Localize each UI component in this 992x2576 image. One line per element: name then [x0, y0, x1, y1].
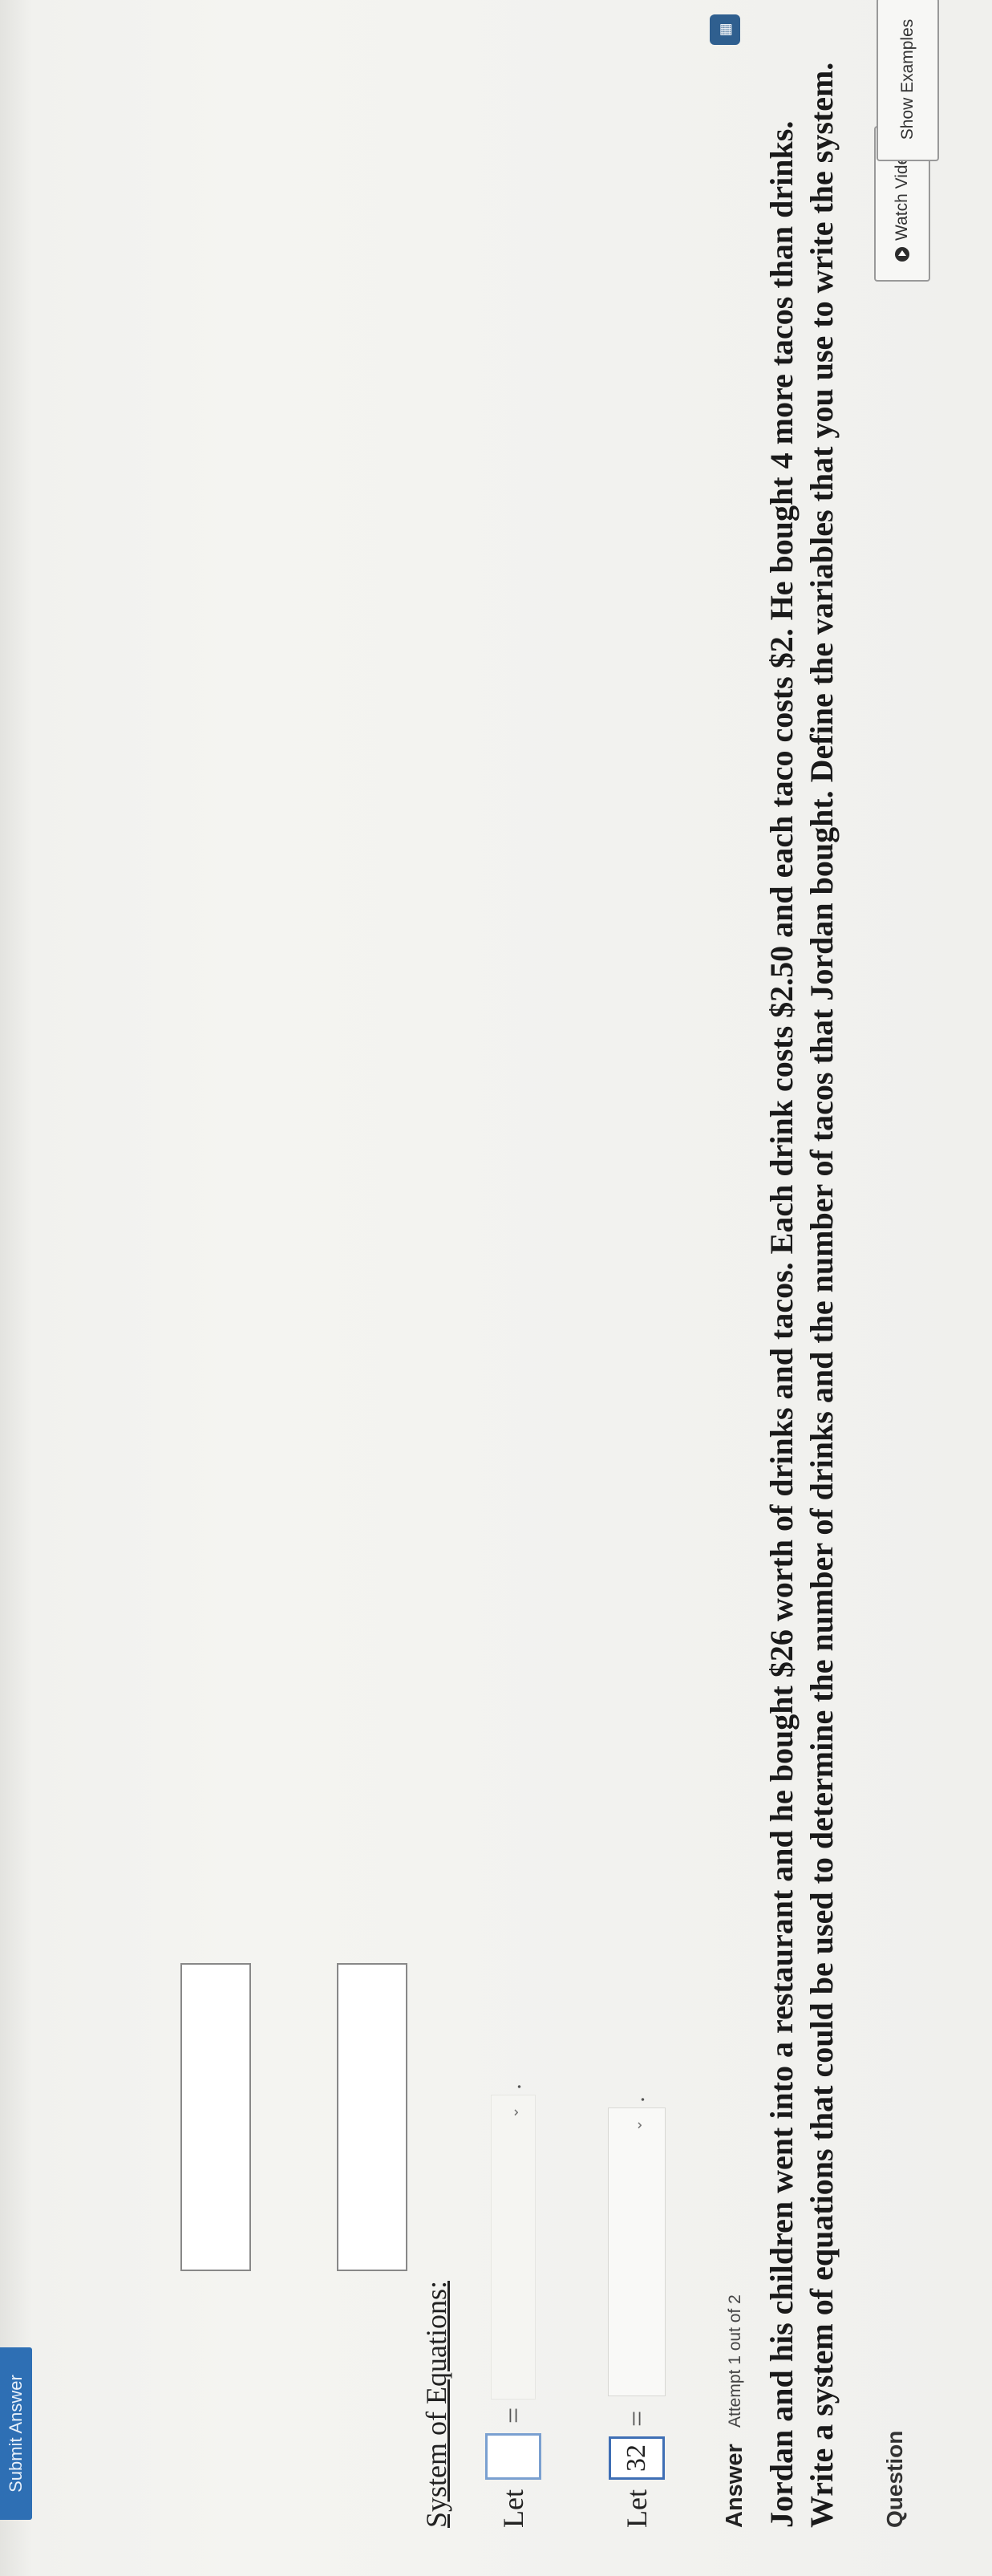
system-of-equations-title: System of Equations:: [420, 2281, 452, 2528]
let-label: Let: [621, 2489, 653, 2528]
play-circle-icon: [895, 246, 909, 262]
chevron-down-icon: ⌄: [504, 2106, 521, 2119]
show-examples-label: Show Examples: [898, 18, 917, 140]
answer-label: Answer: [722, 2444, 747, 2528]
let-label: Let: [497, 2489, 529, 2528]
variable-input[interactable]: 32: [609, 2436, 665, 2481]
question-label: Question: [882, 2430, 907, 2528]
submit-answer-button[interactable]: Submit Answer: [0, 2347, 32, 2520]
period: .: [623, 2096, 650, 2103]
calculator-icon[interactable]: ▦: [710, 14, 740, 45]
equals-sign: =: [497, 2407, 529, 2424]
equation-input-2[interactable]: [180, 1963, 251, 2271]
attempt-counter: Attempt 1 out of 2: [726, 2294, 744, 2428]
show-examples-button[interactable]: Show Examples: [877, 0, 939, 161]
variable-input[interactable]: [485, 2433, 541, 2481]
equation-input-1[interactable]: [337, 1963, 407, 2271]
period: .: [500, 2083, 526, 2090]
variable-meaning-dropdown[interactable]: ⌄: [608, 2107, 666, 2396]
variable-definition-row: Let = ⌄ .: [485, 2083, 541, 2528]
question-text: Jordan and his children went into a rest…: [763, 62, 840, 2528]
question-page: Question Jordan and his children went in…: [0, 0, 992, 2576]
variable-meaning-dropdown[interactable]: ⌄: [491, 2094, 536, 2400]
equals-sign: =: [621, 2410, 653, 2428]
chevron-down-icon: ⌄: [628, 2119, 645, 2132]
variable-definition-row: Let 32 = ⌄ .: [608, 2096, 666, 2528]
